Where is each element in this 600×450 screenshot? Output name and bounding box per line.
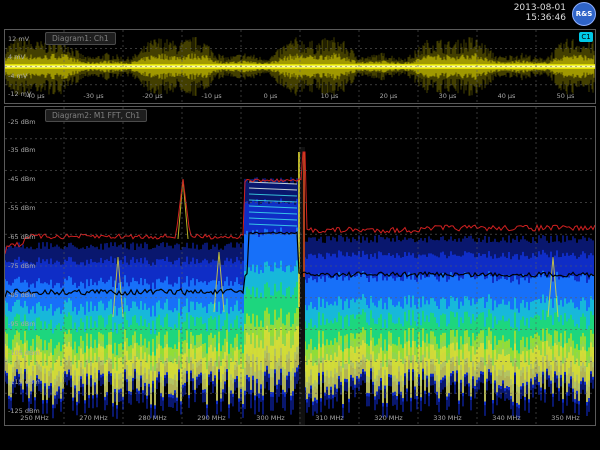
spectrum-diagram-title[interactable]: Diagram2: M1 FFT, Ch1 xyxy=(45,109,148,122)
spectrum-x-tick-label: 340 MHz xyxy=(492,414,521,422)
status-header: 2013-08-01 15:36:46 R&S xyxy=(0,0,600,28)
spectrum-x-tick-label: 300 MHz xyxy=(256,414,285,422)
logo-text: R&S xyxy=(575,10,593,18)
waveform-y-tick-label: 12 mV xyxy=(8,35,30,44)
spectrum-y-tick-label: -85 dBm xyxy=(8,290,36,299)
spectrum-y-tick-label: -95 dBm xyxy=(8,319,36,328)
waveform-x-tick-label: 40 µs xyxy=(497,92,516,100)
waveform-x-tick-label: 30 µs xyxy=(438,92,457,100)
spectrum-y-tick-label: -45 dBm xyxy=(8,175,36,184)
waveform-x-tick-label: -30 µs xyxy=(83,92,104,100)
footer-bar xyxy=(0,426,600,450)
spectrum-x-tick-label: 310 MHz xyxy=(315,414,344,422)
spectrum-y-tick-label: -55 dBm xyxy=(8,204,36,213)
spectrum-y-tick-label: -115 dBm xyxy=(8,377,40,386)
waveform-y-tick-label: 4 mV xyxy=(8,53,25,62)
waveform-x-tick-label: 0 µs xyxy=(263,92,278,100)
spectrum-diagram[interactable]: Diagram2: M1 FFT, Ch1 -25 dBm -35 dBm -45 … xyxy=(4,106,596,426)
waveform-x-tick-label: 10 µs xyxy=(320,92,339,100)
waveform-diagram-title[interactable]: Diagram1: Ch1 xyxy=(45,32,116,45)
channel-badge[interactable]: C1 xyxy=(579,32,593,42)
spectrum-x-tick-label: 330 MHz xyxy=(433,414,462,422)
spectrum-x-tick-label: 280 MHz xyxy=(138,414,167,422)
waveform-x-tick-label: 50 µs xyxy=(556,92,575,100)
date-label: 2013-08-01 xyxy=(513,3,566,13)
spectrum-x-tick-label: 320 MHz xyxy=(374,414,403,422)
waveform-x-tick-label: -40 µs xyxy=(24,92,45,100)
datetime-display: 2013-08-01 15:36:46 xyxy=(514,3,566,23)
spectrum-x-tick-label: 350 MHz xyxy=(551,414,580,422)
time-label: 15:36:46 xyxy=(525,13,566,23)
waveform-diagram[interactable]: Diagram1: Ch1 C1 12 mV 4 mV -4 mV -12 mV -4… xyxy=(4,29,596,104)
spectrum-y-tick-label: -65 dBm xyxy=(8,233,36,242)
waveform-x-tick-label: -20 µs xyxy=(142,92,163,100)
spectrum-x-tick-label: 250 MHz xyxy=(20,414,49,422)
waveform-y-tick-label: -4 mV xyxy=(8,71,28,80)
spectrum-x-tick-label: 290 MHz xyxy=(197,414,226,422)
waveform-x-tick-label: 20 µs xyxy=(379,92,398,100)
spectrum-y-tick-label: -75 dBm xyxy=(8,262,36,270)
waveform-x-tick-label: -10 µs xyxy=(201,92,222,100)
spectrum-plot xyxy=(5,107,595,425)
spectrum-y-tick-label: -105 dBm xyxy=(8,348,40,357)
spectrum-y-tick-label: -25 dBm xyxy=(8,117,36,126)
rs-logo-icon: R&S xyxy=(572,2,596,26)
spectrum-y-tick-label: -35 dBm xyxy=(8,146,36,155)
spectrum-x-tick-label: 270 MHz xyxy=(79,414,108,422)
